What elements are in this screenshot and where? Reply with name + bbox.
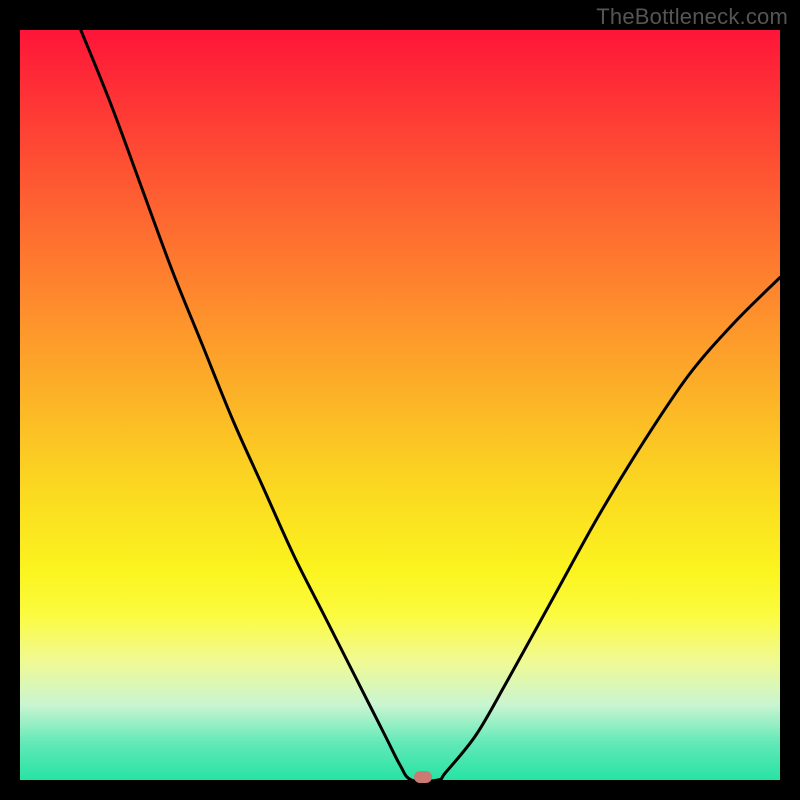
chart-frame: TheBottleneck.com xyxy=(0,0,800,800)
bottleneck-curve xyxy=(20,30,780,780)
minimum-marker xyxy=(414,771,432,783)
plot-area xyxy=(20,30,780,780)
watermark-text: TheBottleneck.com xyxy=(596,4,788,30)
